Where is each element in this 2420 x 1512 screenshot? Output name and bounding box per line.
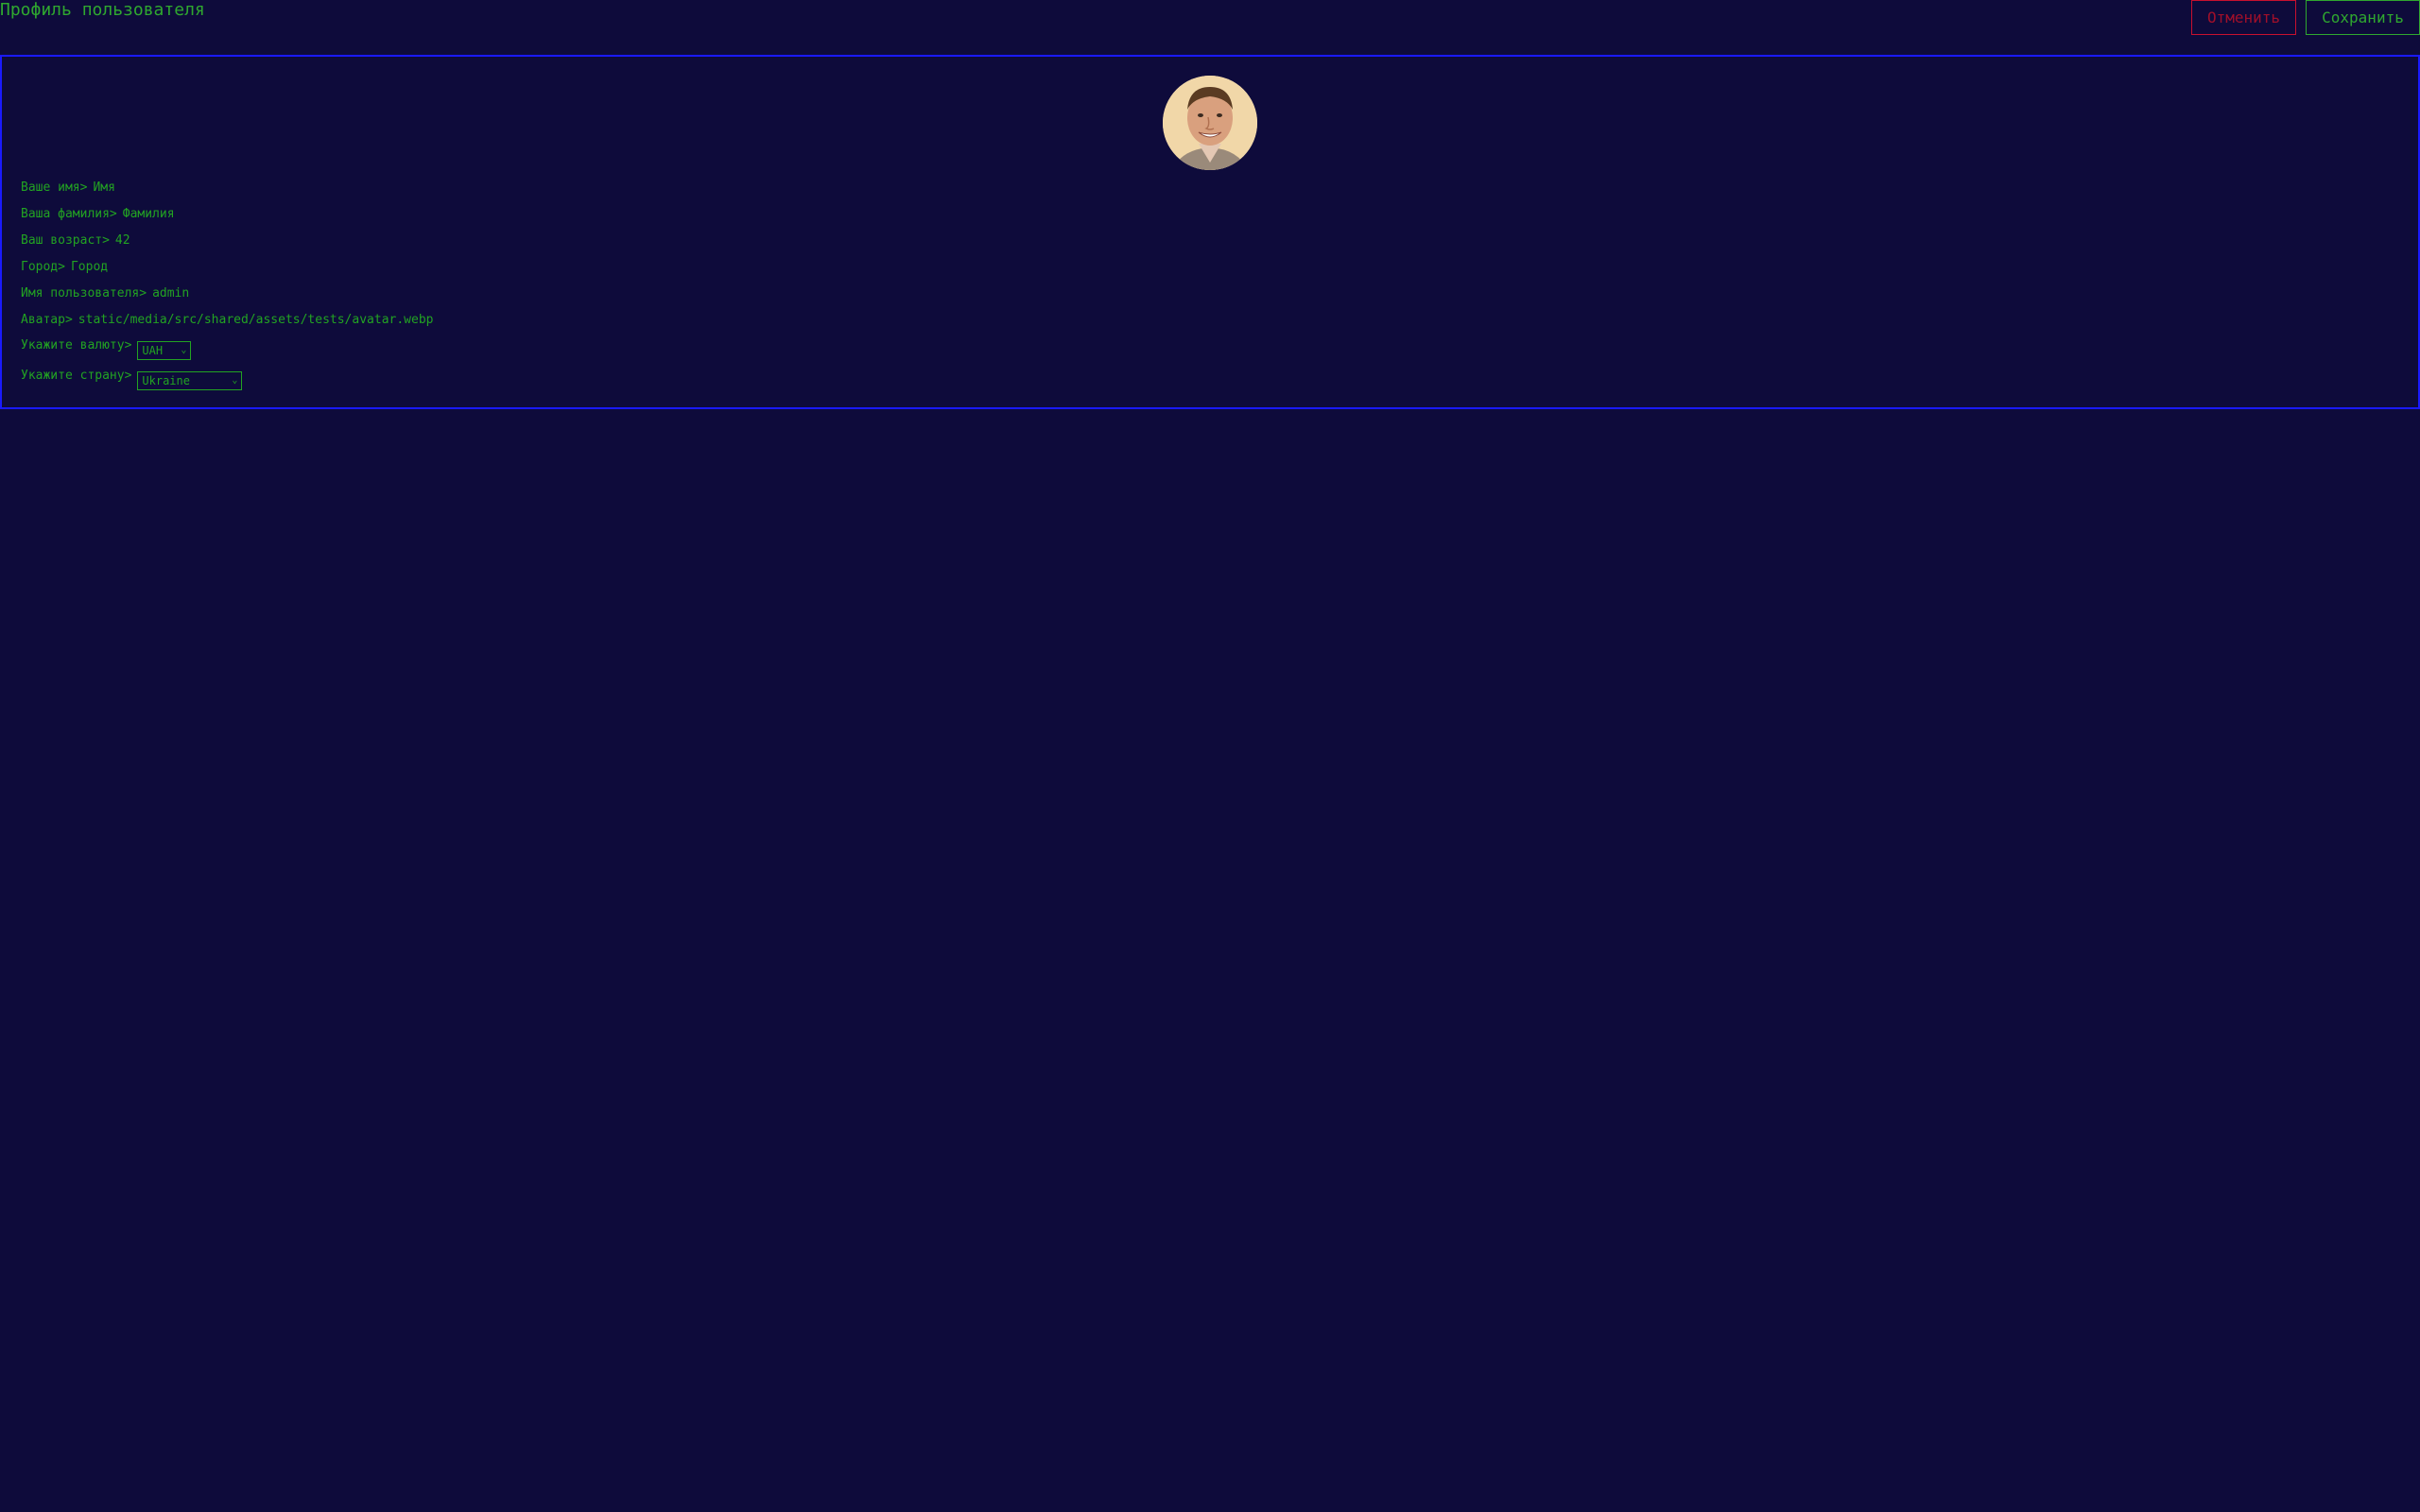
field-label: Имя пользователя> xyxy=(21,286,147,301)
field-country: Укажите страну> Ukraine ⌄ xyxy=(21,369,433,399)
city-value[interactable]: Город xyxy=(71,259,108,276)
field-city: Город> Город xyxy=(21,259,433,285)
field-label: Аватар> xyxy=(21,313,73,327)
last-name-value[interactable]: Фамилия xyxy=(123,206,175,223)
profile-page: Профиль пользователя Отменить Сохранить … xyxy=(0,0,2420,1512)
field-label: Укажите валюту> xyxy=(21,338,132,352)
field-first-name: Ваше имя> Имя xyxy=(21,180,433,206)
username-value[interactable]: admin xyxy=(152,285,189,302)
field-label: Ваш возраст> xyxy=(21,233,110,248)
field-avatar: Аватар> static/media/src/shared/assets/t… xyxy=(21,312,433,338)
save-button[interactable]: Сохранить xyxy=(2306,0,2420,35)
age-value[interactable]: 42 xyxy=(115,232,130,249)
avatar xyxy=(1163,76,1257,170)
field-username: Имя пользователя> admin xyxy=(21,285,433,312)
chevron-down-icon: ⌄ xyxy=(232,375,238,386)
country-select[interactable]: Ukraine ⌄ xyxy=(137,371,243,390)
profile-card: Ваше имя> Имя Ваша фамилия> Фамилия Ваш … xyxy=(0,55,2420,409)
header-actions: Отменить Сохранить xyxy=(2191,0,2420,35)
currency-select[interactable]: UAH ⌄ xyxy=(137,341,192,360)
first-name-value[interactable]: Имя xyxy=(93,180,114,197)
cancel-button[interactable]: Отменить xyxy=(2191,0,2296,35)
field-label: Ваше имя> xyxy=(21,180,88,195)
field-label: Укажите страну> xyxy=(21,369,132,383)
chevron-down-icon: ⌄ xyxy=(181,345,187,355)
avatar-image xyxy=(1163,76,1257,170)
country-selected: Ukraine xyxy=(142,374,190,387)
field-last-name: Ваша фамилия> Фамилия xyxy=(21,206,433,232)
profile-fields: Ваше имя> Имя Ваша фамилия> Фамилия Ваш … xyxy=(21,180,433,399)
field-label: Ваша фамилия> xyxy=(21,207,117,221)
field-age: Ваш возраст> 42 xyxy=(21,232,433,259)
page-title: Профиль пользователя xyxy=(0,0,205,20)
avatar-path-value[interactable]: static/media/src/shared/assets/tests/ava… xyxy=(78,312,434,329)
field-currency: Укажите валюту> UAH ⌄ xyxy=(21,338,433,369)
field-label: Город> xyxy=(21,260,65,274)
currency-selected: UAH xyxy=(142,344,164,357)
